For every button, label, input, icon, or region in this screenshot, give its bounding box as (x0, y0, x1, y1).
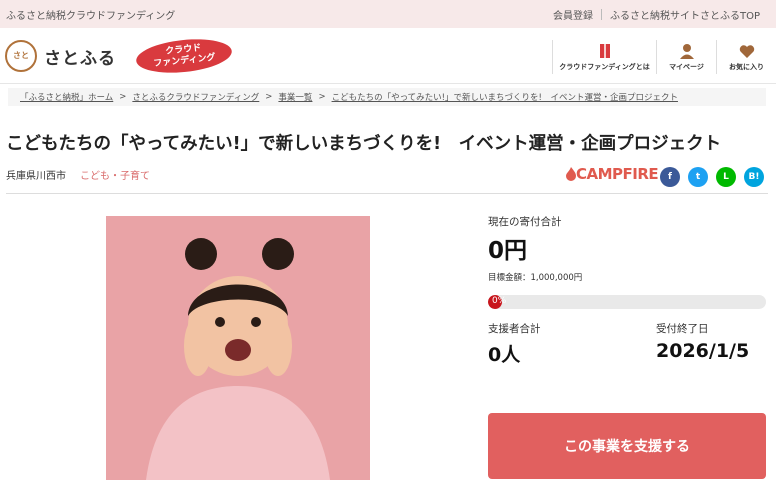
breadcrumb-crowdfunding[interactable]: さとふるクラウドファンディング (132, 91, 259, 103)
badge-line-2: ファンディング (152, 52, 217, 70)
breadcrumb-current[interactable]: こどもたちの「やってみたい!」で新しいまちづくりを! イベント運営・企画プロジェ… (332, 91, 678, 103)
deadline-date: 2026/1/5 (656, 340, 750, 362)
project-location[interactable]: 兵庫県川西市 (6, 167, 66, 182)
top-links: 会員登録 ふるさと納税サイトさとふるTOP (545, 7, 768, 22)
header-divider (6, 193, 768, 194)
breadcrumb-home[interactable]: 「ふるさと納税」ホーム (20, 91, 113, 103)
funding-stats: 支援者合計 0人 受付終了日 2026/1/5 (488, 321, 766, 367)
breadcrumb-projects[interactable]: 事業一覧 (278, 91, 312, 103)
breadcrumb: 「ふるさと納税」ホーム > さとふるクラウドファンディング > 事業一覧 > こ… (0, 84, 776, 110)
top-bar: ふるさと納税クラウドファンディング 会員登録 ふるさと納税サイトさとふるTOP (0, 0, 776, 28)
site-logo[interactable]: さと さとふる (5, 40, 116, 72)
nav-about-crowdfunding[interactable]: クラウドファンディングとは (552, 40, 656, 74)
hatena-icon: B! (748, 172, 760, 182)
child-photo (106, 216, 370, 480)
logo-text: さとふる (44, 48, 116, 69)
supporters-count: 0人 (488, 344, 521, 366)
header-nav: クラウドファンディングとは マイページ お気に入り (552, 40, 776, 74)
twitter-share-button[interactable]: t (688, 167, 708, 187)
breadcrumb-separator: > (318, 92, 326, 102)
nav-label: マイページ (669, 63, 704, 71)
register-link[interactable]: 会員登録 (545, 7, 601, 22)
breadcrumb-separator: > (265, 92, 273, 102)
progress-percent: 0% (492, 296, 507, 306)
project-meta: 兵庫県川西市 こども・子育て (6, 167, 150, 182)
progress-bar: 0% (488, 295, 766, 309)
user-icon (679, 44, 694, 59)
supporters-stat: 支援者合計 0人 (488, 321, 656, 367)
nav-mypage[interactable]: マイページ (656, 40, 716, 74)
line-share-button[interactable]: L (716, 167, 736, 187)
deadline-stat: 受付終了日 2026/1/5 (656, 321, 766, 367)
facebook-share-button[interactable]: f (660, 167, 680, 187)
total-amount: 0円 (488, 238, 528, 264)
site-header: さと さとふる クラウド ファンディング クラウドファンディングとは マイページ… (0, 28, 776, 84)
hatena-share-button[interactable]: B! (744, 167, 764, 187)
line-icon: L (723, 172, 729, 182)
project-category[interactable]: こども・子育て (80, 167, 150, 182)
satofull-top-link[interactable]: ふるさと納税サイトさとふるTOP (602, 7, 768, 22)
page-title: こどもたちの「やってみたい!」で新しいまちづくりを! イベント運営・企画プロジェ… (6, 134, 722, 154)
breadcrumb-separator: > (119, 92, 127, 102)
facebook-icon: f (668, 172, 672, 182)
nav-label: お気に入り (729, 63, 764, 71)
twitter-icon: t (695, 172, 701, 182)
logo-mark: さと (5, 40, 37, 72)
total-label: 現在の寄付合計 (488, 216, 562, 228)
site-tagline: ふるさと納税クラウドファンディング (6, 11, 176, 22)
flame-icon (566, 167, 576, 181)
platform-name: CAMPFIRE (576, 165, 659, 183)
goal-amount: 目標金額：1,000,000円 (488, 273, 583, 283)
funding-panel: 現在の寄付合計 0円 目標金額：1,000,000円 0% 支援者合計 0人 受… (488, 214, 766, 367)
supporters-label: 支援者合計 (488, 323, 541, 335)
nav-favorites[interactable]: お気に入り (716, 40, 776, 74)
nav-label: クラウドファンディングとは (559, 63, 650, 71)
support-project-button[interactable]: この事業を支援する (488, 413, 766, 479)
book-icon (599, 44, 610, 58)
project-image (106, 216, 370, 480)
campfire-logo[interactable]: CAMPFIRE (566, 165, 659, 183)
heart-icon (739, 45, 754, 58)
crowdfunding-badge[interactable]: クラウド ファンディング (134, 35, 234, 77)
deadline-label: 受付終了日 (656, 323, 709, 335)
